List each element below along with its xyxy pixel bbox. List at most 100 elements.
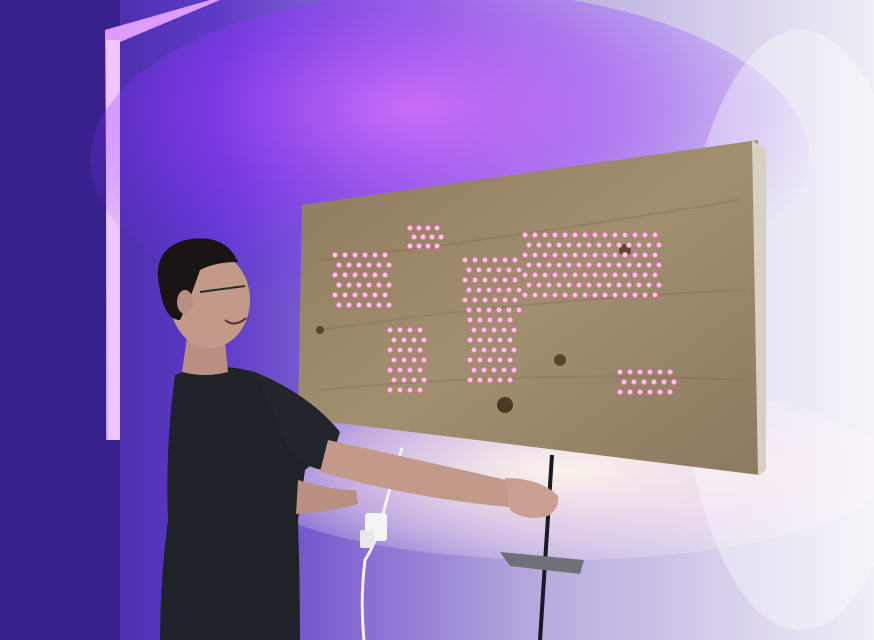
map-dot	[521, 291, 529, 299]
map-dot	[486, 356, 494, 364]
map-dot	[481, 276, 489, 284]
map-dot	[335, 301, 343, 309]
map-dot	[416, 386, 424, 394]
map-dot	[381, 291, 389, 299]
map-dot	[490, 346, 498, 354]
map-dot	[361, 251, 369, 259]
map-dot	[400, 336, 408, 344]
map-dot	[476, 376, 484, 384]
map-dot	[565, 241, 573, 249]
map-dot	[390, 376, 398, 384]
map-dot	[400, 376, 408, 384]
map-dot	[630, 378, 638, 386]
map-dot	[470, 326, 478, 334]
map-dot	[331, 271, 339, 279]
map-dot	[611, 251, 619, 259]
left-wall	[0, 0, 120, 640]
map-dot	[621, 291, 629, 299]
map-dot	[656, 388, 664, 396]
photo-scene	[0, 0, 874, 640]
map-dot	[375, 281, 383, 289]
map-dot	[506, 336, 514, 344]
map-dot	[591, 291, 599, 299]
map-dot	[666, 388, 674, 396]
map-dot	[396, 386, 404, 394]
map-dot	[491, 256, 499, 264]
map-dot	[595, 241, 603, 249]
map-dot	[495, 306, 503, 314]
map-dot	[575, 241, 583, 249]
map-dot	[535, 281, 543, 289]
map-dot	[465, 306, 473, 314]
map-dot	[571, 291, 579, 299]
map-dot	[415, 224, 423, 232]
map-dot	[355, 301, 363, 309]
map-dot	[410, 233, 418, 241]
map-dot	[515, 286, 523, 294]
map-dot	[406, 242, 414, 250]
map-dot	[551, 291, 559, 299]
map-dot	[381, 251, 389, 259]
map-dot	[386, 366, 394, 374]
map-dot	[495, 266, 503, 274]
map-dot	[501, 296, 509, 304]
map-dot	[551, 251, 559, 259]
map-dot	[491, 296, 499, 304]
map-dot	[500, 346, 508, 354]
map-dot	[420, 336, 428, 344]
map-dot	[525, 261, 533, 269]
photo-illustration	[0, 0, 874, 640]
map-dot	[535, 261, 543, 269]
map-dot	[555, 281, 563, 289]
map-dot	[481, 296, 489, 304]
map-dot	[486, 336, 494, 344]
map-dot	[475, 266, 483, 274]
map-dot	[416, 346, 424, 354]
map-dot	[433, 224, 441, 232]
map-dot	[561, 291, 569, 299]
map-dot	[601, 231, 609, 239]
map-dot	[490, 326, 498, 334]
map-dot	[341, 291, 349, 299]
map-dot	[521, 231, 529, 239]
map-dot	[371, 291, 379, 299]
map-dot	[631, 291, 639, 299]
map-dot	[351, 291, 359, 299]
map-dot	[461, 296, 469, 304]
map-dot	[375, 261, 383, 269]
map-dot	[505, 266, 513, 274]
map-dot	[410, 376, 418, 384]
map-dot	[575, 261, 583, 269]
map-dot	[351, 251, 359, 259]
map-dot	[471, 256, 479, 264]
map-dot	[626, 368, 634, 376]
map-dot	[641, 251, 649, 259]
map-dot	[605, 281, 613, 289]
map-dot	[501, 276, 509, 284]
map-dot	[406, 326, 414, 334]
map-dot	[506, 316, 514, 324]
map-dot	[521, 271, 529, 279]
map-dot	[471, 296, 479, 304]
map-dot	[641, 291, 649, 299]
map-dot	[355, 281, 363, 289]
map-dot	[490, 366, 498, 374]
map-dot	[601, 251, 609, 259]
map-dot	[660, 378, 668, 386]
map-dot	[636, 368, 644, 376]
map-dot	[466, 336, 474, 344]
map-dot	[410, 336, 418, 344]
map-dot	[531, 271, 539, 279]
map-dot	[390, 336, 398, 344]
map-dot	[465, 266, 473, 274]
map-dot	[415, 242, 423, 250]
map-dot	[416, 326, 424, 334]
map-dot	[581, 231, 589, 239]
map-dot	[656, 368, 664, 376]
map-dot	[561, 271, 569, 279]
map-dot	[561, 231, 569, 239]
map-dot	[541, 271, 549, 279]
map-dot	[651, 251, 659, 259]
map-dot	[385, 281, 393, 289]
map-dot	[511, 296, 519, 304]
